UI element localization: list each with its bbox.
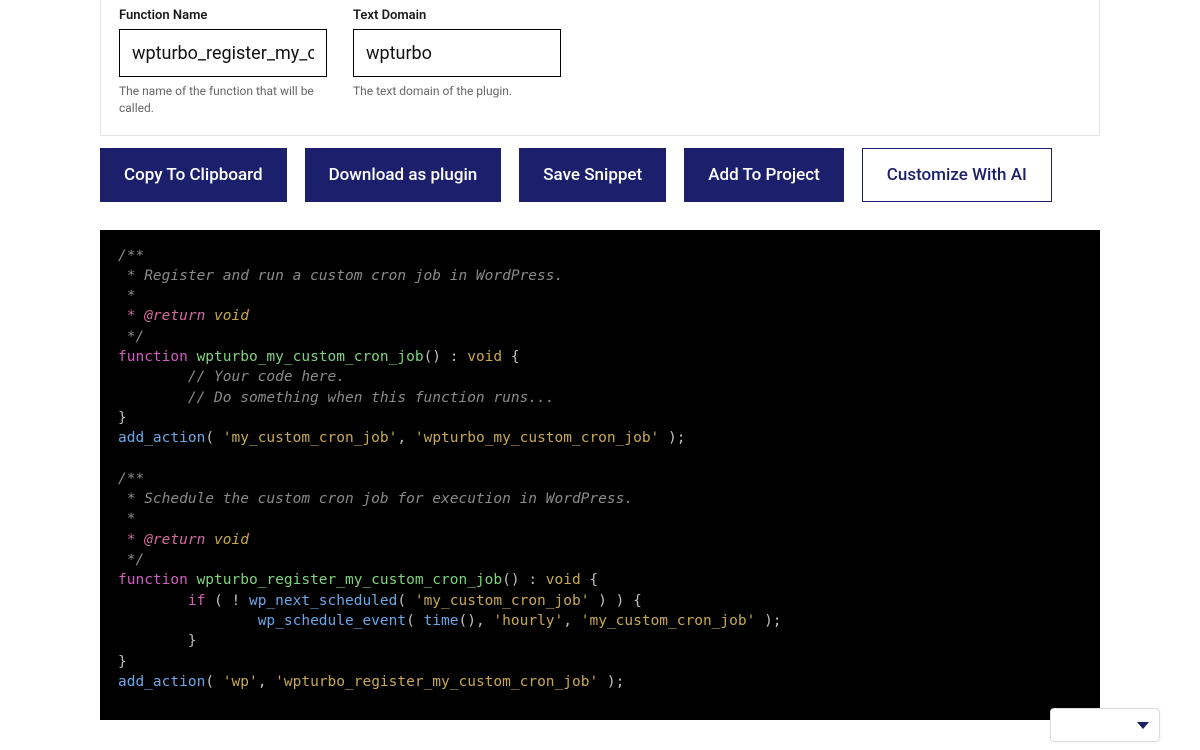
code-text: * Schedule the custom cron job for execu… — [118, 491, 633, 507]
code-text: */ — [118, 552, 144, 568]
code-text: } — [118, 410, 127, 426]
code-text: // Do something when this function runs.… — [118, 390, 555, 406]
code-text: /** — [118, 471, 144, 487]
code-text: } — [118, 633, 197, 649]
code-text: void — [205, 308, 249, 324]
code-text: * @return — [118, 308, 205, 324]
text-domain-input[interactable] — [353, 29, 561, 77]
code-text: ( — [397, 593, 414, 609]
code-text: void — [546, 572, 581, 588]
code-text: } — [118, 654, 127, 670]
customize-with-ai-button[interactable]: Customize With AI — [862, 148, 1052, 202]
code-text: ( — [205, 430, 222, 446]
function-name-help: The name of the function that will be ca… — [119, 83, 329, 117]
download-as-plugin-button[interactable]: Download as plugin — [305, 148, 502, 202]
code-text: if — [188, 593, 205, 609]
code-text: void — [467, 349, 502, 365]
code-text: add_action — [118, 430, 205, 446]
field-text-domain: Text Domain The text domain of the plugi… — [353, 8, 561, 117]
code-text: 'my_custom_cron_job' — [223, 430, 398, 446]
code-text: ( ! — [205, 593, 249, 609]
function-name-label: Function Name — [119, 8, 329, 23]
code-text: 'wpturbo_my_custom_cron_job' — [415, 430, 659, 446]
code-text: ); — [755, 613, 781, 629]
code-output[interactable]: /** * Register and run a custom cron job… — [100, 230, 1100, 720]
code-text: wpturbo_register_my_custom_cron_job — [197, 572, 503, 588]
code-text: wp_next_scheduled — [249, 593, 397, 609]
code-text: * Register and run a custom cron job in … — [118, 268, 563, 284]
chevron-down-icon — [1137, 722, 1149, 729]
code-text: , — [476, 613, 493, 629]
code-text: * — [118, 288, 135, 304]
code-text: , — [258, 674, 275, 690]
code-text: 'my_custom_cron_job' — [415, 593, 590, 609]
code-text: () — [458, 613, 475, 629]
code-text: */ — [118, 329, 144, 345]
code-text: , — [397, 430, 414, 446]
code-text: wpturbo_my_custom_cron_job — [197, 349, 424, 365]
code-text: * — [118, 511, 135, 527]
code-text: , — [563, 613, 580, 629]
floating-dropdown[interactable] — [1050, 708, 1160, 742]
function-name-input[interactable] — [119, 29, 327, 77]
code-text: // Your code here. — [118, 369, 345, 385]
code-text: time — [424, 613, 459, 629]
code-text: add_action — [118, 674, 205, 690]
code-text: /** — [118, 248, 144, 264]
text-domain-help: The text domain of the plugin. — [353, 83, 561, 100]
code-text: 'wp' — [223, 674, 258, 690]
code-text: ) ) { — [589, 593, 641, 609]
code-text: function — [118, 349, 188, 365]
code-text: void — [205, 532, 249, 548]
code-text: { — [581, 572, 598, 588]
code-text: ); — [598, 674, 624, 690]
code-text: () : — [424, 349, 468, 365]
code-text: ); — [659, 430, 685, 446]
button-row: Copy To Clipboard Download as plugin Sav… — [100, 148, 1100, 202]
code-text: 'hourly' — [493, 613, 563, 629]
code-text: * @return — [118, 532, 205, 548]
code-text: ( — [205, 674, 222, 690]
form-panel: Function Name The name of the function t… — [100, 0, 1100, 136]
code-text: function — [118, 572, 188, 588]
copy-to-clipboard-button[interactable]: Copy To Clipboard — [100, 148, 287, 202]
code-text: () : — [502, 572, 546, 588]
save-snippet-button[interactable]: Save Snippet — [519, 148, 666, 202]
code-text: { — [502, 349, 519, 365]
code-text: 'my_custom_cron_job' — [581, 613, 756, 629]
form-row: Function Name The name of the function t… — [119, 8, 1081, 117]
add-to-project-button[interactable]: Add To Project — [684, 148, 844, 202]
code-text: 'wpturbo_register_my_custom_cron_job' — [275, 674, 598, 690]
code-text: wp_schedule_event — [258, 613, 406, 629]
text-domain-label: Text Domain — [353, 8, 561, 23]
field-function-name: Function Name The name of the function t… — [119, 8, 329, 117]
code-text: ( — [406, 613, 423, 629]
